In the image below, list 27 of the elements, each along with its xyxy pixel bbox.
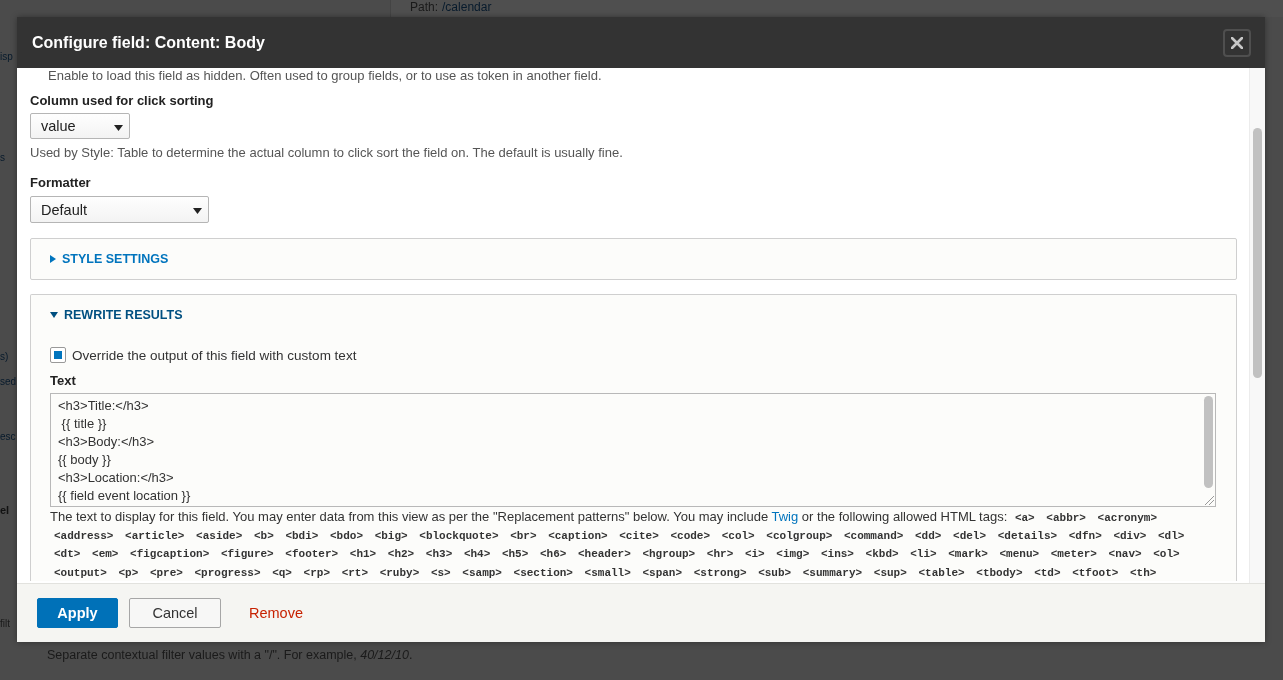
apply-button[interactable]: Apply [37, 598, 118, 628]
scrollbar[interactable] [1204, 396, 1213, 488]
resize-grip-icon[interactable] [1204, 495, 1214, 505]
caret-right-icon [50, 255, 56, 263]
select-field[interactable]: value [30, 113, 130, 139]
close-button[interactable] [1223, 28, 1251, 57]
select-field[interactable]: Default [30, 196, 209, 223]
help-text: The text to display for this field. You may enter data from this view as per the "Replacement patterns" below. You may include Twig or the following allowed HTML tags: <a> <abbr> <acronym> <address> <article> <aside> <b> <bdi> <bdo> <big> <blockquote> <br> <caption> <cite> <code> <col> <colgroup> <command> <dd> <del> <details> <dfn> <div> <dl> <dt> <em> <figcaption> <figure> <footer> <h1> <h2> <h3> <h4> <h5> <h6> <header> <hgroup> <hr> <i> <img> <ins> <kbd> <li> <mark> <menu> <meter> <nav> <ol> <output> <p> <pre> <progress> <q> <rp> <rt> <ruby> <s> <samp> <section> <small> <span> <strong> <sub> <summary> <sup> <table> <tbody> <td> <tfoot> <th> [50, 508, 1186, 581]
checkbox[interactable] [50, 347, 66, 363]
twig-link[interactable]: Twig [771, 509, 799, 524]
description-text: Used by Style: Table to determine the actual column to click sort the field on. The default is usually fine. [30, 145, 624, 161]
section-toggle[interactable]: STYLE SETTINGS [31, 239, 1236, 279]
section-toggle[interactable]: REWRITE RESULTS [31, 295, 1236, 335]
cancel-button[interactable]: Cancel [129, 598, 221, 628]
field-label: Column used for click sorting [30, 93, 215, 109]
caret-down-icon [114, 124, 123, 131]
dialog-title: Configure field: Content: Body [32, 33, 265, 52]
remove-link[interactable]: Remove [243, 598, 309, 628]
close-icon [1231, 36, 1243, 49]
scrollbar[interactable] [1253, 128, 1262, 378]
field-label: Text [50, 373, 77, 389]
checkbox-label[interactable]: Override the output of this field with custom text [72, 347, 357, 363]
caret-down-icon [193, 208, 202, 214]
description-text: Enable to load this field as hidden. Often used to group fields, or to use as token in another field. [47, 68, 603, 84]
field-label: Formatter [30, 175, 92, 191]
cut-off-text: el [0, 503, 10, 517]
caret-down-icon [50, 312, 58, 318]
